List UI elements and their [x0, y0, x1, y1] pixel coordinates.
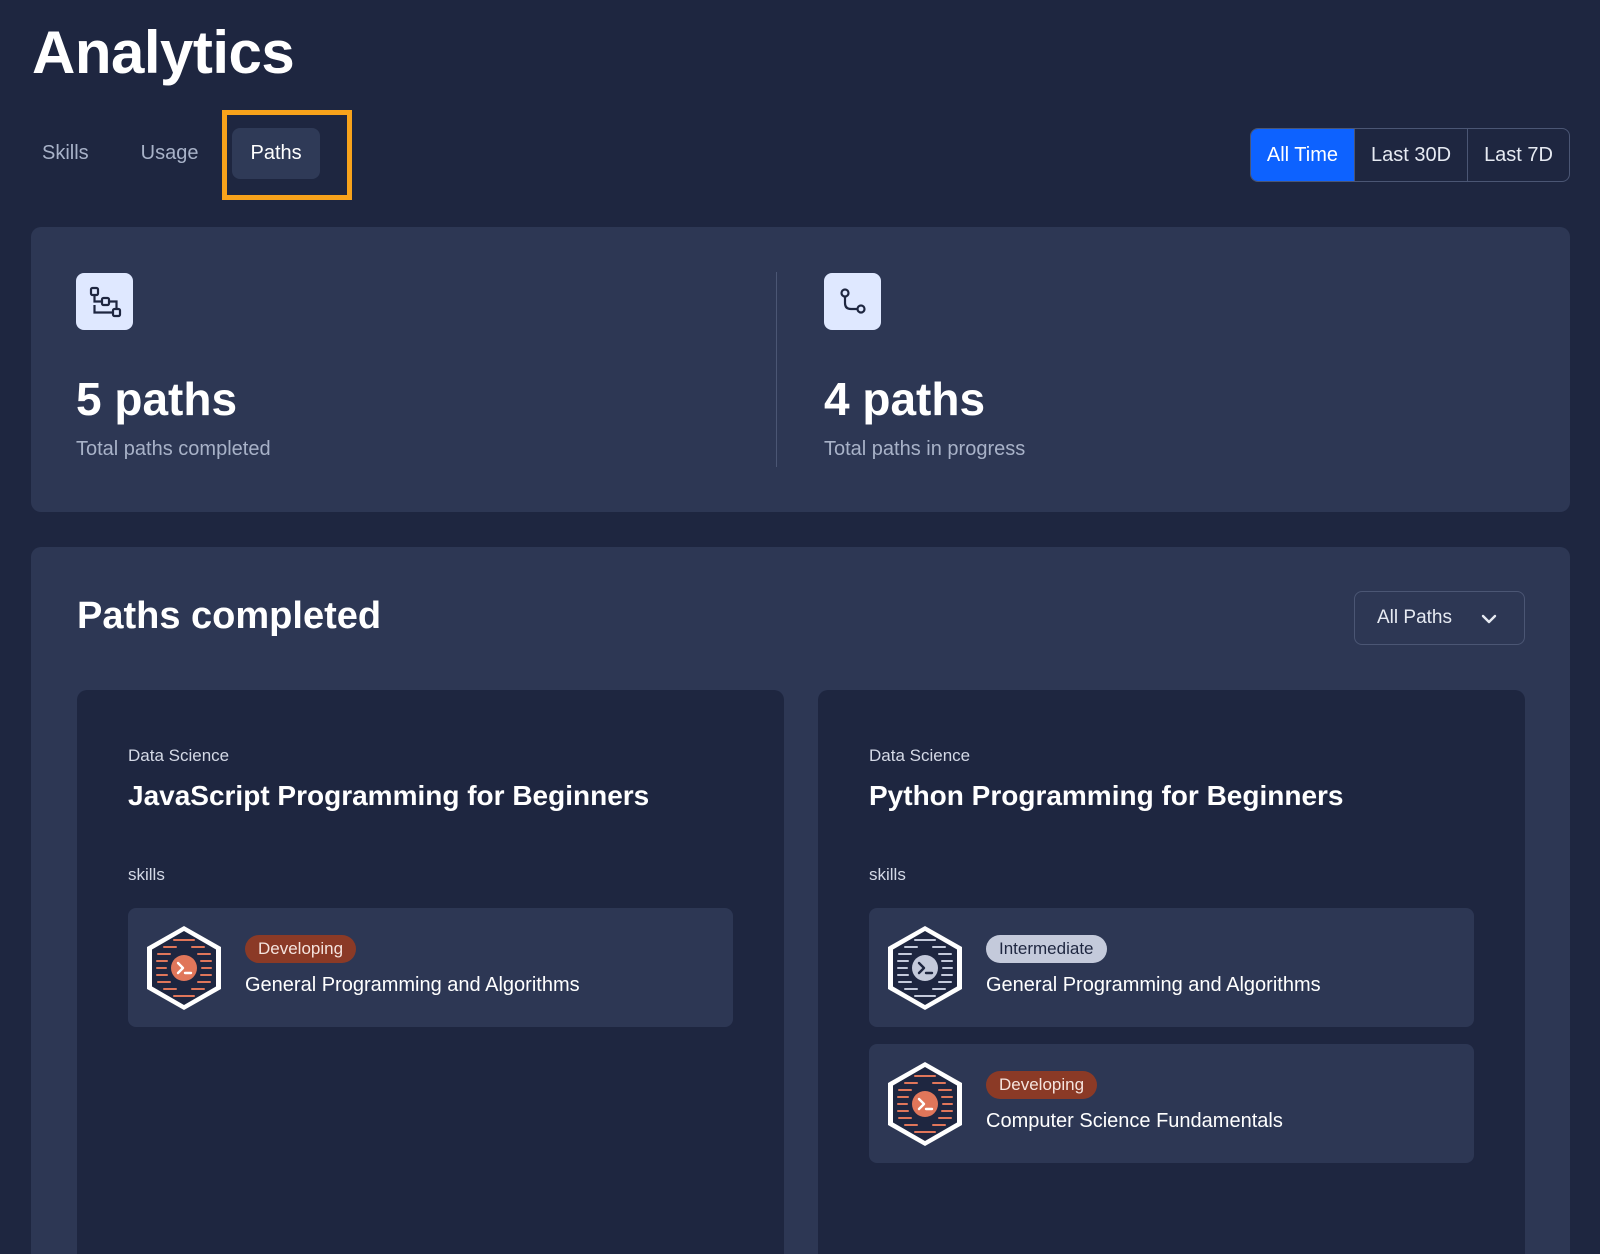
skill-level-badge: Intermediate	[986, 935, 1107, 963]
range-all-time-button[interactable]: All Time	[1250, 129, 1355, 181]
path-branch-icon	[824, 273, 881, 330]
analytics-page: Analytics Skills Usage Paths All Time La…	[0, 0, 1600, 1254]
skill-item[interactable]: Developing General Programming and Algor…	[128, 908, 733, 1027]
path-card[interactable]: Data Science JavaScript Programming for …	[77, 690, 784, 1254]
skills-label: skills	[128, 865, 165, 884]
skill-item[interactable]: Developing Computer Science Fundamentals	[869, 1044, 1474, 1163]
stats-card: 5 paths Total paths completed 4 paths To…	[31, 227, 1570, 512]
time-range-selector: All Time Last 30D Last 7D	[1249, 128, 1570, 182]
path-card[interactable]: Data Science Python Programming for Begi…	[818, 690, 1525, 1254]
skills-label: skills	[869, 865, 906, 884]
tab-skills[interactable]: Skills	[24, 128, 107, 179]
range-last-7d-button[interactable]: Last 7D	[1468, 129, 1569, 181]
tab-paths[interactable]: Paths	[232, 128, 320, 179]
chevron-down-icon	[1481, 614, 1497, 624]
path-category: Data Science	[869, 746, 971, 765]
skill-name: General Programming and Algorithms	[245, 974, 580, 996]
skill-name: General Programming and Algorithms	[986, 974, 1321, 996]
terminal-badge-icon	[888, 1062, 962, 1146]
stat-in-progress-value: 4 paths	[824, 373, 986, 425]
stat-completed: 5 paths Total paths completed	[76, 273, 271, 461]
path-category: Data Science	[128, 746, 230, 765]
section-title: Paths completed	[77, 595, 382, 637]
path-title: Python Programming for Beginners	[869, 780, 1344, 811]
stat-completed-value: 5 paths	[76, 373, 238, 425]
tab-usage[interactable]: Usage	[123, 128, 217, 179]
skill-item[interactable]: Intermediate General Programming and Alg…	[869, 908, 1474, 1027]
stat-in-progress: 4 paths Total paths in progress	[824, 273, 1025, 461]
stat-in-progress-label: Total paths in progress	[824, 438, 1026, 460]
terminal-badge-icon	[888, 926, 962, 1010]
stat-divider	[776, 272, 777, 467]
terminal-badge-icon	[147, 926, 221, 1010]
paths-completed-section: Paths completed All Paths Data Science J…	[31, 547, 1570, 1254]
dropdown-label: All Paths	[1377, 607, 1452, 628]
skill-name: Computer Science Fundamentals	[986, 1110, 1283, 1132]
path-nodes-icon	[76, 273, 133, 330]
paths-filter-dropdown[interactable]: All Paths	[1354, 591, 1525, 645]
stat-completed-label: Total paths completed	[76, 438, 271, 460]
range-last-30d-button[interactable]: Last 30D	[1355, 129, 1469, 181]
path-title: JavaScript Programming for Beginners	[128, 780, 650, 811]
analytics-tabs: Skills Usage Paths	[24, 128, 336, 179]
skill-level-badge: Developing	[245, 935, 357, 963]
skill-level-badge: Developing	[986, 1071, 1098, 1099]
page-title: Analytics	[32, 19, 295, 86]
